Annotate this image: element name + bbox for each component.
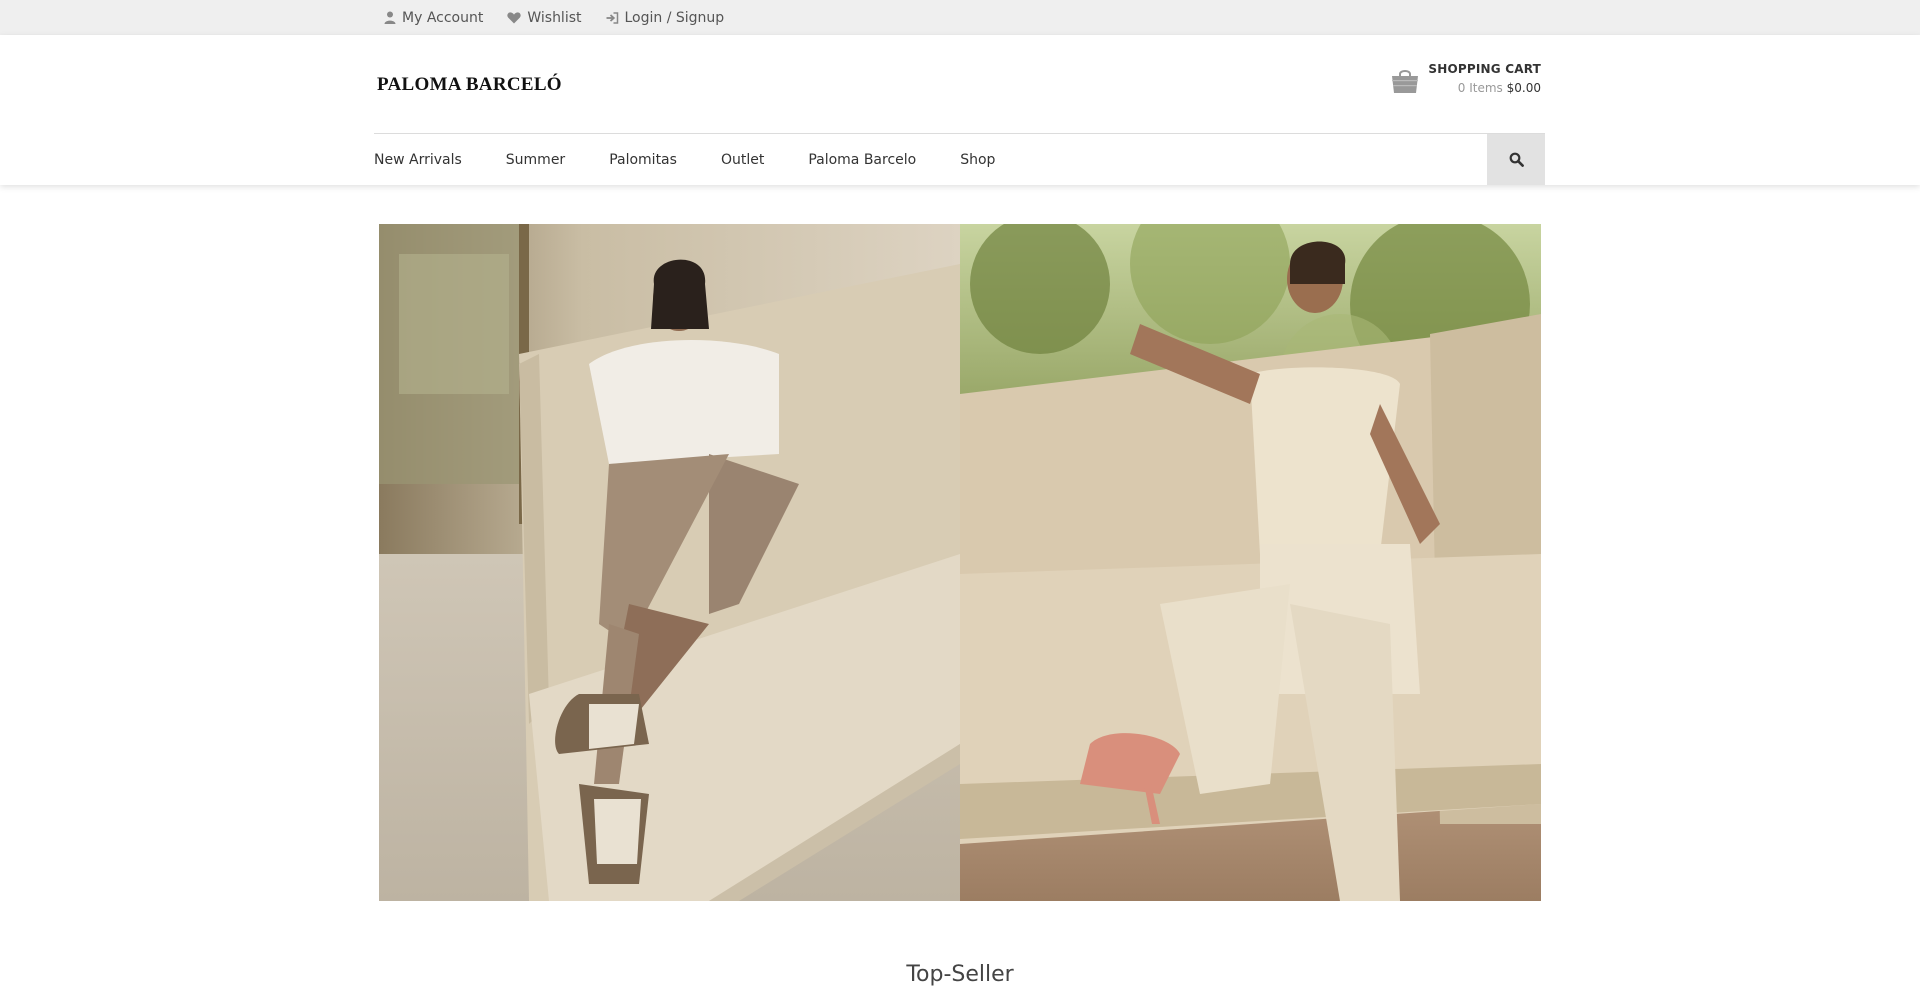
login-signup-link[interactable]: Login / Signup (606, 9, 725, 26)
nav-item-new-arrivals[interactable]: New Arrivals (374, 152, 462, 168)
search-icon (1509, 152, 1524, 167)
nav-items: New Arrivals Summer Palomitas Outlet Pal… (374, 134, 1039, 185)
site-header: PALOMA BARCELÓ SHOPPING CART 0 Items $0.… (0, 35, 1920, 185)
nav-item-palomitas[interactable]: Palomitas (609, 152, 677, 168)
brand-logo[interactable]: PALOMA BARCELÓ (377, 74, 562, 96)
search-button[interactable] (1487, 134, 1545, 185)
cart-summary: 0 Items $0.00 (1458, 81, 1541, 95)
heart-icon (507, 11, 521, 23)
cart-total: $0.00 (1506, 81, 1541, 95)
top-bar: My Account Wishlist Login / Signup (0, 0, 1920, 35)
hero-image-right-illustration (960, 224, 1541, 901)
my-account-link[interactable]: My Account (384, 10, 483, 26)
user-icon (384, 11, 396, 24)
hero-image-left-illustration (379, 224, 960, 901)
hero-banner[interactable] (379, 224, 1541, 901)
cart-title: SHOPPING CART (1428, 62, 1541, 76)
wishlist-label: Wishlist (527, 9, 582, 26)
shopping-cart[interactable]: SHOPPING CART 0 Items $0.00 (1391, 62, 1541, 102)
cart-item-count: 0 Items (1457, 81, 1503, 95)
hero-image-right[interactable] (960, 224, 1541, 901)
hero-image-left[interactable] (379, 224, 960, 901)
login-signup-label: Login / Signup (624, 9, 725, 26)
shopping-bag-icon (1392, 70, 1418, 93)
my-account-label: My Account (402, 9, 484, 26)
top-seller-heading: Top-Seller (906, 962, 1014, 987)
top-links: My Account Wishlist Login / Signup (384, 0, 748, 35)
main-nav: New Arrivals Summer Palomitas Outlet Pal… (374, 133, 1545, 185)
wishlist-link[interactable]: Wishlist (507, 9, 582, 26)
nav-item-outlet[interactable]: Outlet (721, 152, 764, 168)
nav-item-summer[interactable]: Summer (506, 152, 565, 168)
nav-item-shop[interactable]: Shop (960, 152, 995, 168)
nav-item-paloma-barcelo[interactable]: Paloma Barcelo (808, 152, 916, 168)
sign-in-icon (606, 11, 618, 24)
